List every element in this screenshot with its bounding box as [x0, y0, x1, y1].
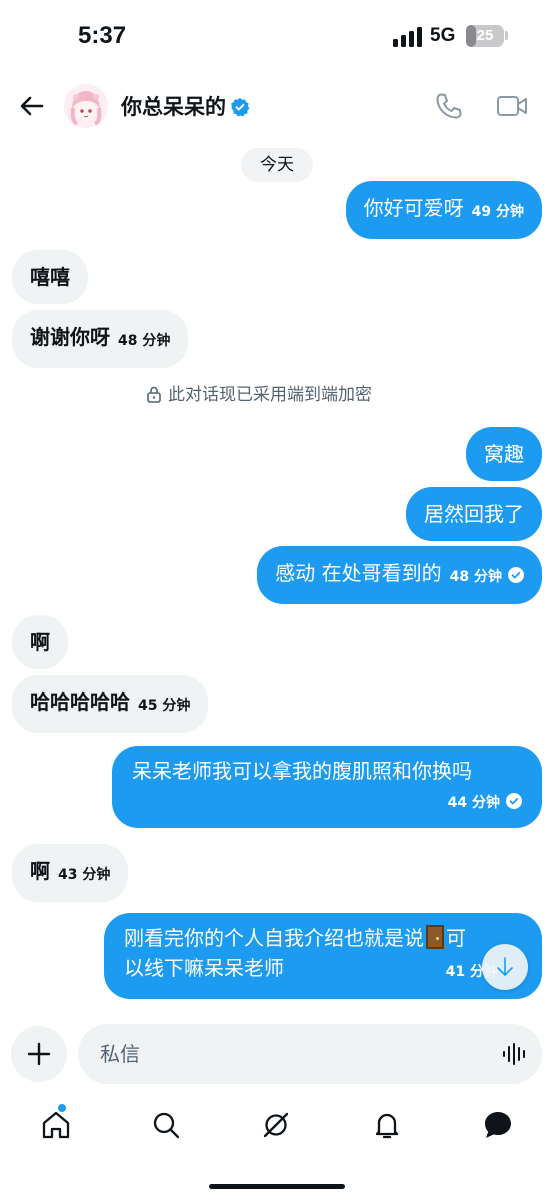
message-meta-row: 44 分钟 [132, 786, 522, 816]
avatar[interactable] [64, 84, 108, 128]
encryption-text: 此对话现已采用端到端加密 [168, 385, 372, 405]
status-time: 5:37 [78, 22, 127, 49]
read-check-icon [506, 793, 522, 809]
message-bubble-incoming[interactable]: 哈哈哈哈哈 45 分钟 [12, 675, 209, 733]
phone-icon[interactable] [434, 91, 464, 121]
message-text-line: 刚看完你的个人自我介绍也就是说可 [124, 923, 522, 953]
message-time: 49 分钟 [471, 204, 524, 220]
home-notification-dot [58, 1104, 66, 1112]
door-emoji [426, 925, 444, 949]
message-text: 啊 [30, 630, 50, 654]
chat-header: 你总呆呆的 [0, 76, 554, 136]
message-time: 45 分钟 [138, 698, 191, 714]
message-text: 呆呆老师我可以拿我的腹肌照和你换吗 [132, 759, 472, 783]
verified-badge-icon [231, 98, 250, 117]
battery-icon: 25 [466, 25, 504, 47]
composer [0, 1024, 554, 1086]
message-bubble-outgoing[interactable]: 你好可爱呀 49 分钟 [345, 181, 542, 239]
message-bubble-incoming[interactable]: 啊 [12, 615, 68, 669]
date-divider: 今天 [241, 148, 313, 182]
message-bubble-incoming[interactable]: 谢谢你呀 48 分钟 [12, 310, 189, 368]
message-input[interactable] [78, 1024, 542, 1084]
avatar-illustration [64, 84, 108, 128]
conversation-title[interactable]: 你总呆呆的 [121, 91, 250, 121]
message-time: 48 分钟 [449, 569, 502, 585]
message-bubble-outgoing[interactable]: 居然回我了 [406, 487, 542, 541]
battery-tip [505, 31, 508, 40]
grok-icon[interactable] [259, 1108, 293, 1142]
page-title: 你总呆呆的 [121, 95, 226, 119]
notifications-icon[interactable] [370, 1108, 404, 1142]
encryption-notice: 此对话现已采用端到端加密 [146, 380, 372, 405]
message-bubble-outgoing[interactable]: 窝趣 [466, 427, 542, 481]
message-text: 啊 [30, 859, 50, 883]
search-icon[interactable] [149, 1108, 183, 1142]
message-bubble-outgoing[interactable]: 呆呆老师我可以拿我的腹肌照和你换吗 44 分钟 [112, 746, 542, 828]
message-text: 嘻嘻 [30, 265, 70, 289]
add-attachment-button[interactable] [11, 1026, 67, 1082]
message-bubble-outgoing[interactable]: 刚看完你的个人自我介绍也就是说可 以线下嘛呆呆老师 41 分钟 [104, 913, 542, 999]
status-bar: 5:37 5G 25 [0, 0, 554, 76]
message-time: 48 分钟 [118, 333, 171, 349]
message-text: 以线下嘛呆呆老师 [124, 956, 284, 980]
message-text: 窝趣 [484, 442, 524, 466]
message-text: 居然回我了 [424, 502, 524, 526]
message-text: 刚看完你的个人自我介绍也就是说 [124, 926, 424, 950]
message-text: 你好可爱呀 [363, 196, 464, 220]
video-icon[interactable] [496, 92, 528, 120]
network-label: 5G [430, 25, 456, 46]
message-text: 可 [446, 926, 466, 950]
signal-icon [393, 27, 422, 47]
message-list[interactable]: 今天 你好可爱呀 49 分钟 嘻嘻 谢谢你呀 48 分钟 此对话现已采用端到端加密 … [0, 136, 554, 1016]
message-time: 44 分钟 [447, 795, 500, 811]
read-check-icon [508, 567, 524, 583]
home-indicator [209, 1184, 345, 1189]
messages-icon[interactable] [481, 1108, 515, 1142]
message-time: 43 分钟 [58, 867, 111, 883]
battery-percent: 25 [476, 27, 494, 44]
message-bubble-incoming[interactable]: 嘻嘻 [12, 250, 88, 304]
home-icon[interactable] [39, 1108, 73, 1142]
voice-message-icon[interactable] [502, 1042, 528, 1066]
bottom-nav [0, 1096, 554, 1156]
message-bubble-incoming[interactable]: 啊 43 分钟 [12, 844, 129, 902]
message-text: 谢谢你呀 [30, 325, 110, 349]
scroll-to-bottom-button[interactable] [482, 944, 528, 990]
message-text: 感动 在处哥看到的 [275, 561, 442, 585]
lock-icon [147, 386, 161, 403]
message-text: 哈哈哈哈哈 [30, 690, 130, 714]
message-bubble-outgoing[interactable]: 感动 在处哥看到的 48 分钟 [257, 546, 542, 604]
back-arrow-icon[interactable] [18, 92, 46, 120]
message-text-line: 以线下嘛呆呆老师 41 分钟 [124, 953, 522, 983]
